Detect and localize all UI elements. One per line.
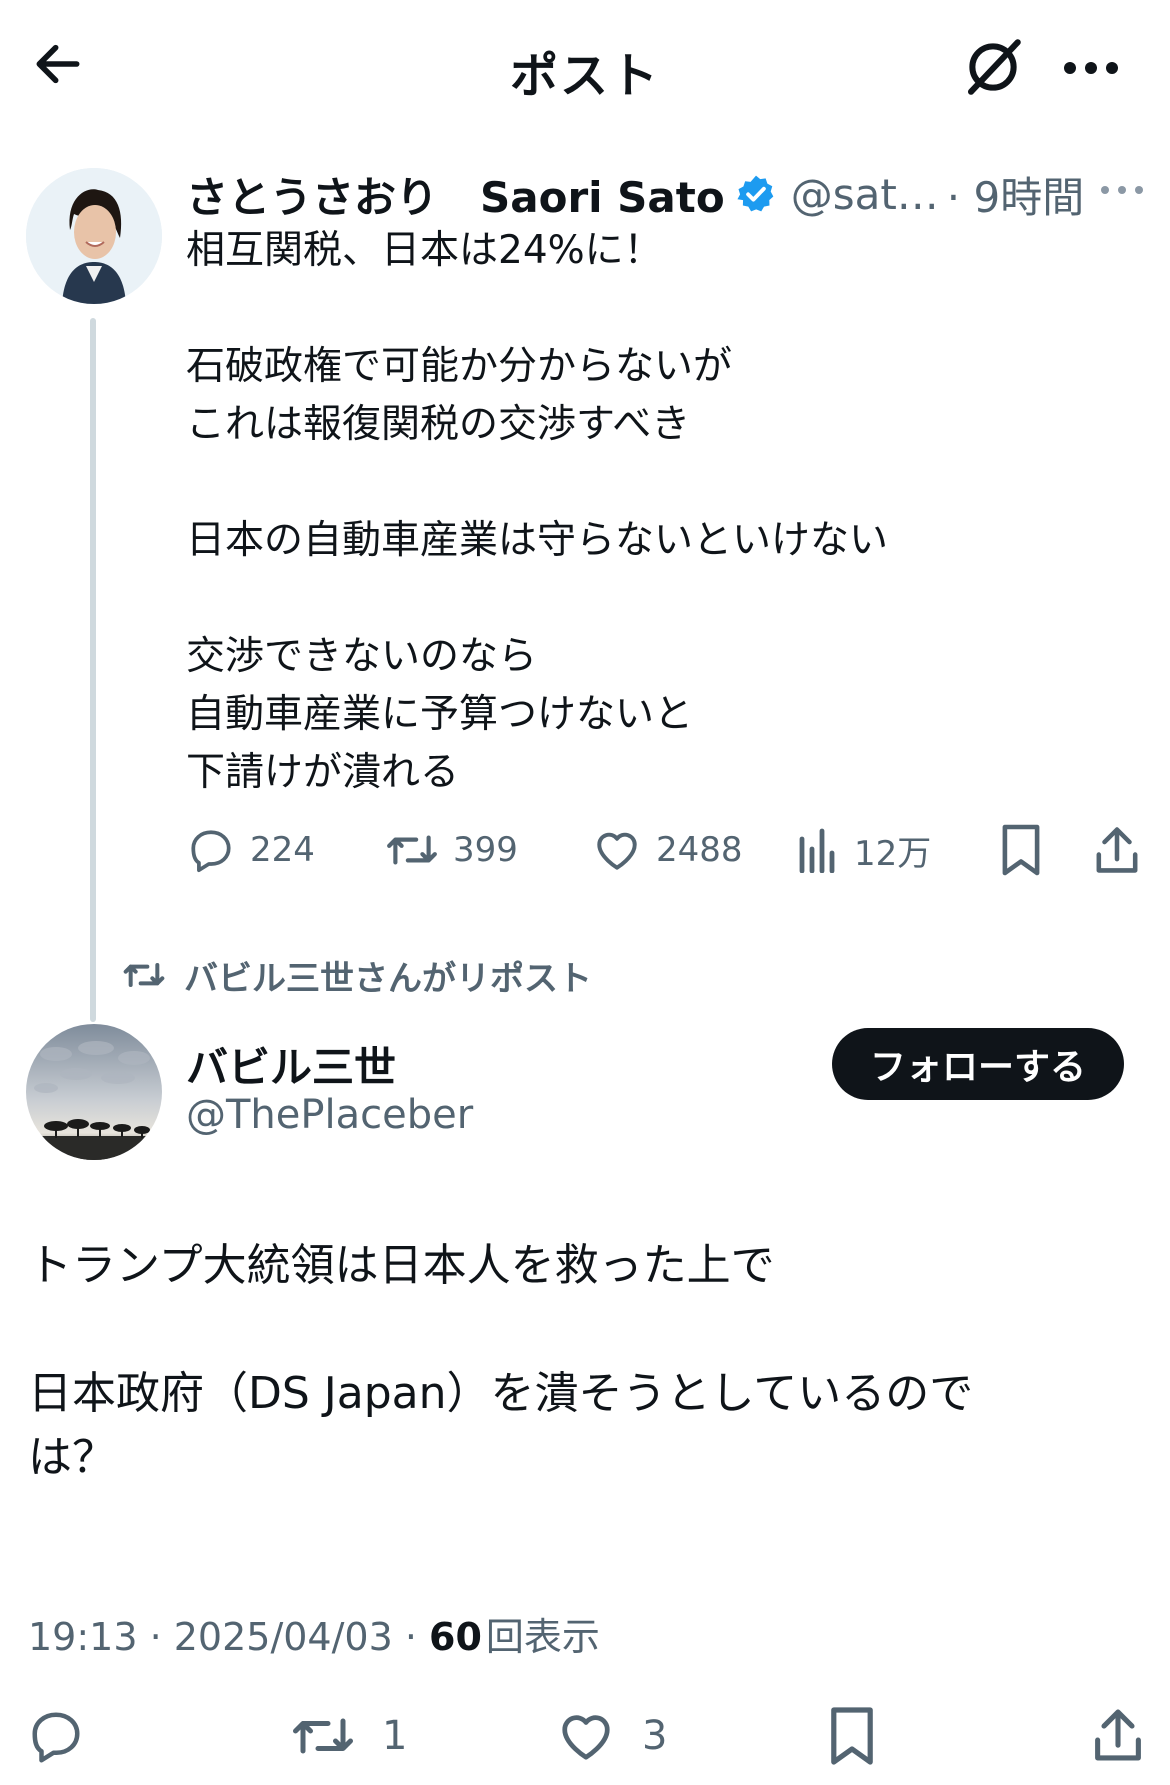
like-button[interactable]: 2488: [592, 820, 743, 880]
share-button[interactable]: [1090, 1702, 1146, 1768]
repost-icon: [290, 1706, 356, 1766]
bookmark-icon: [831, 1707, 873, 1765]
heart-icon: [556, 1706, 616, 1766]
person-avatar-image: [26, 168, 162, 304]
verified-badge-icon: [735, 173, 777, 215]
avatar[interactable]: [26, 1024, 162, 1160]
views-button[interactable]: 12万: [796, 820, 931, 880]
bookmark-icon: [1002, 824, 1040, 876]
reply-count: 224: [250, 830, 315, 870]
repost-icon: [122, 955, 166, 995]
thread-line: [90, 318, 96, 1022]
grok-button[interactable]: [960, 34, 1026, 100]
display-name[interactable]: さとうさおり Saori Sato: [186, 164, 725, 225]
bookmark-button[interactable]: [998, 822, 1044, 878]
main-post-text: トランプ大統領は日本人を救った上で 日本政府（DS Japan）を潰そうとしてい…: [28, 1240, 974, 1483]
share-icon: [1095, 1709, 1141, 1761]
more-button[interactable]: [1058, 44, 1124, 92]
view-count: 60: [429, 1615, 482, 1659]
post-meta: 19:13 · 2025/04/03 · 60 回表示: [28, 1606, 600, 1661]
reply-icon: [186, 825, 236, 875]
follow-button[interactable]: フォローする: [832, 1028, 1124, 1100]
repost-count: 399: [453, 830, 518, 870]
view-count: 12万: [854, 833, 932, 874]
post-timestamp[interactable]: 19:13 · 2025/04/03 ·: [28, 1615, 429, 1659]
post-time[interactable]: · 9時間: [947, 164, 1084, 225]
bookmark-button[interactable]: [826, 1704, 878, 1768]
avatar[interactable]: [26, 168, 162, 304]
bar-chart-icon: [796, 827, 840, 873]
share-button[interactable]: [1092, 822, 1142, 878]
reply-button[interactable]: [26, 1704, 86, 1768]
post-more-button[interactable]: [1098, 176, 1146, 204]
repost-banner-text: バビル三世さんがリポスト: [184, 958, 592, 999]
more-horizontal-icon: [1064, 62, 1118, 74]
slash-circle-icon: [967, 39, 1021, 95]
reply-icon: [26, 1706, 86, 1766]
repost-icon: [385, 825, 439, 875]
like-count: 2488: [656, 830, 743, 870]
like-button[interactable]: 3: [556, 1704, 667, 1768]
landscape-avatar-image: [26, 1024, 162, 1160]
repost-count: 1: [382, 1713, 408, 1759]
parent-post-text: 相互関税、日本は24%に！ 石破政権で可能か分からないが これは報復関税の交渉す…: [186, 228, 889, 795]
like-count: 3: [642, 1713, 668, 1759]
repost-banner[interactable]: バビル三世さんがリポスト: [122, 950, 592, 1000]
more-horizontal-icon: [1101, 186, 1143, 194]
handle[interactable]: @sat…: [791, 170, 939, 219]
repost-button[interactable]: 1: [290, 1704, 407, 1768]
repost-button[interactable]: 399: [385, 820, 518, 880]
main-handle[interactable]: @ThePlaceber: [186, 1092, 473, 1138]
heart-icon: [592, 825, 642, 875]
reply-button[interactable]: 224: [186, 820, 315, 880]
view-label: 回表示: [485, 1615, 600, 1659]
parent-post-header: さとうさおり Saori Sato @sat… · 9時間: [186, 166, 1084, 222]
share-icon: [1096, 827, 1138, 873]
main-display-name[interactable]: バビル三世: [186, 1034, 396, 1095]
